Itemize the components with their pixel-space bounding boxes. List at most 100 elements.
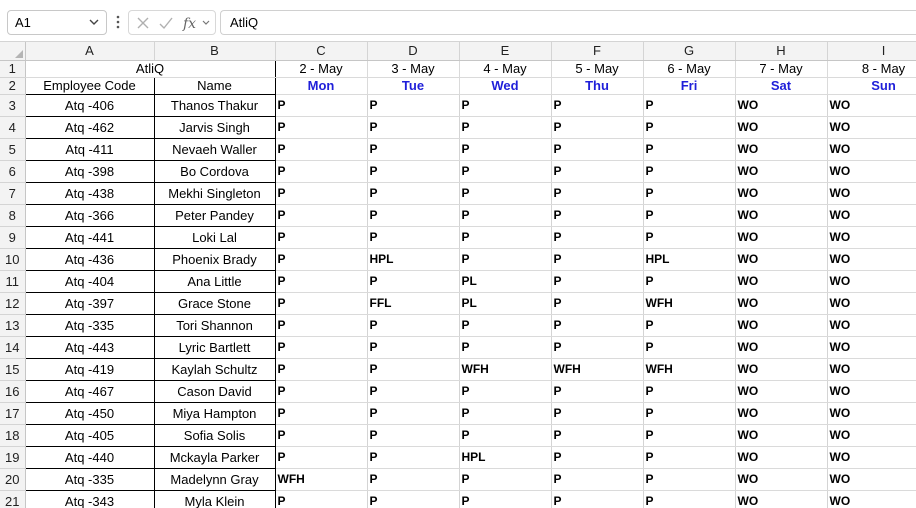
row-header[interactable]: 11 (0, 270, 26, 293)
day-header[interactable]: Mon (275, 77, 368, 95)
attendance-cell[interactable]: WO (735, 248, 828, 271)
attendance-cell[interactable]: P (643, 424, 736, 447)
attendance-cell[interactable]: WO (735, 204, 828, 227)
employee-name-cell[interactable]: Madelynn Gray (153, 467, 276, 491)
attendance-cell[interactable]: P (643, 94, 736, 117)
employee-name-cell[interactable]: Nevaeh Waller (153, 137, 276, 161)
attendance-cell[interactable]: P (274, 336, 368, 359)
employee-code-cell[interactable]: Atq -450 (24, 401, 155, 425)
attendance-cell[interactable]: WO (827, 226, 916, 249)
attendance-cell[interactable]: P (459, 402, 552, 425)
attendance-cell[interactable]: WFH (643, 358, 736, 381)
row-header[interactable]: 2 (0, 77, 26, 95)
attendance-cell[interactable]: P (643, 226, 736, 249)
attendance-cell[interactable]: P (643, 402, 736, 425)
row-header[interactable]: 6 (0, 160, 26, 183)
attendance-cell[interactable]: P (643, 468, 736, 491)
attendance-cell[interactable]: P (274, 292, 368, 315)
date-header[interactable]: 4 - May (459, 60, 552, 78)
attendance-cell[interactable]: WO (735, 380, 828, 403)
attendance-cell[interactable]: WO (827, 402, 916, 425)
attendance-cell[interactable]: P (274, 94, 368, 117)
attendance-cell[interactable]: P (367, 204, 460, 227)
attendance-cell[interactable]: HPL (367, 248, 460, 271)
attendance-cell[interactable]: P (367, 270, 460, 293)
attendance-cell[interactable]: WFH (459, 358, 552, 381)
row-header[interactable]: 17 (0, 402, 26, 425)
day-header[interactable]: Sat (735, 77, 828, 95)
attendance-cell[interactable]: WO (827, 358, 916, 381)
employee-code-cell[interactable]: Atq -398 (24, 159, 155, 183)
attendance-cell[interactable]: HPL (459, 446, 552, 469)
employee-code-cell[interactable]: Atq -343 (24, 489, 155, 508)
attendance-cell[interactable]: P (551, 204, 644, 227)
attendance-cell[interactable]: P (459, 424, 552, 447)
attendance-cell[interactable]: WO (827, 468, 916, 491)
attendance-cell[interactable]: WO (735, 336, 828, 359)
attendance-cell[interactable]: WFH (551, 358, 644, 381)
day-header[interactable]: Fri (643, 77, 736, 95)
row-header[interactable]: 7 (0, 182, 26, 205)
attendance-cell[interactable]: P (551, 490, 644, 508)
attendance-cell[interactable]: P (551, 468, 644, 491)
row-header[interactable]: 10 (0, 248, 26, 271)
attendance-cell[interactable]: P (367, 182, 460, 205)
row-header[interactable]: 15 (0, 358, 26, 381)
employee-code-cell[interactable]: Atq -335 (24, 467, 155, 491)
attendance-cell[interactable]: P (459, 138, 552, 161)
attendance-cell[interactable]: P (459, 94, 552, 117)
attendance-cell[interactable]: P (643, 446, 736, 469)
attendance-cell[interactable]: WO (827, 446, 916, 469)
attendance-cell[interactable]: P (459, 490, 552, 508)
attendance-cell[interactable]: P (643, 270, 736, 293)
employee-code-cell[interactable]: Atq -397 (24, 291, 155, 315)
attendance-cell[interactable]: WO (735, 358, 828, 381)
attendance-cell[interactable]: P (643, 116, 736, 139)
employee-code-cell[interactable]: Atq -419 (24, 357, 155, 381)
attendance-cell[interactable]: P (551, 270, 644, 293)
column-header-c[interactable]: C (275, 42, 368, 61)
employee-name-cell[interactable]: Ana Little (153, 269, 276, 293)
attendance-cell[interactable]: P (274, 138, 368, 161)
attendance-cell[interactable]: WO (827, 248, 916, 271)
attendance-cell[interactable]: P (459, 336, 552, 359)
attendance-cell[interactable]: WO (827, 116, 916, 139)
attendance-cell[interactable]: P (274, 204, 368, 227)
row-header[interactable]: 12 (0, 292, 26, 315)
row-header[interactable]: 14 (0, 336, 26, 359)
employee-code-cell[interactable]: Atq -404 (24, 269, 155, 293)
employee-code-cell[interactable]: Atq -462 (24, 115, 155, 139)
formula-input[interactable]: AtliQ (220, 10, 916, 35)
employee-name-cell[interactable]: Peter Pandey (153, 203, 276, 227)
attendance-cell[interactable]: P (643, 314, 736, 337)
attendance-cell[interactable]: P (367, 490, 460, 508)
attendance-cell[interactable]: WO (827, 292, 916, 315)
attendance-cell[interactable]: P (274, 314, 368, 337)
attendance-cell[interactable]: WO (827, 182, 916, 205)
employee-code-cell[interactable]: Atq -440 (24, 445, 155, 469)
employee-code-cell[interactable]: Atq -335 (24, 313, 155, 337)
attendance-cell[interactable]: P (459, 116, 552, 139)
attendance-cell[interactable]: P (551, 116, 644, 139)
attendance-cell[interactable]: P (459, 160, 552, 183)
attendance-cell[interactable]: P (459, 314, 552, 337)
attendance-cell[interactable]: P (643, 490, 736, 508)
attendance-cell[interactable]: P (459, 380, 552, 403)
employee-code-cell[interactable]: Atq -405 (24, 423, 155, 447)
name-header[interactable]: Name (153, 77, 276, 95)
attendance-cell[interactable]: WO (827, 270, 916, 293)
employee-name-cell[interactable]: Phoenix Brady (153, 247, 276, 271)
employee-name-cell[interactable]: Myla Klein (153, 489, 276, 508)
attendance-cell[interactable]: FFL (367, 292, 460, 315)
employee-code-cell[interactable]: Atq -443 (24, 335, 155, 359)
attendance-cell[interactable]: WO (735, 292, 828, 315)
employee-code-cell[interactable]: Atq -436 (24, 247, 155, 271)
attendance-cell[interactable]: P (459, 226, 552, 249)
title-cell[interactable]: AtliQ (25, 60, 276, 78)
attendance-cell[interactable]: P (367, 446, 460, 469)
row-header[interactable]: 4 (0, 116, 26, 139)
attendance-cell[interactable]: P (274, 446, 368, 469)
row-header[interactable]: 13 (0, 314, 26, 337)
attendance-cell[interactable]: WO (827, 424, 916, 447)
attendance-cell[interactable]: P (367, 380, 460, 403)
